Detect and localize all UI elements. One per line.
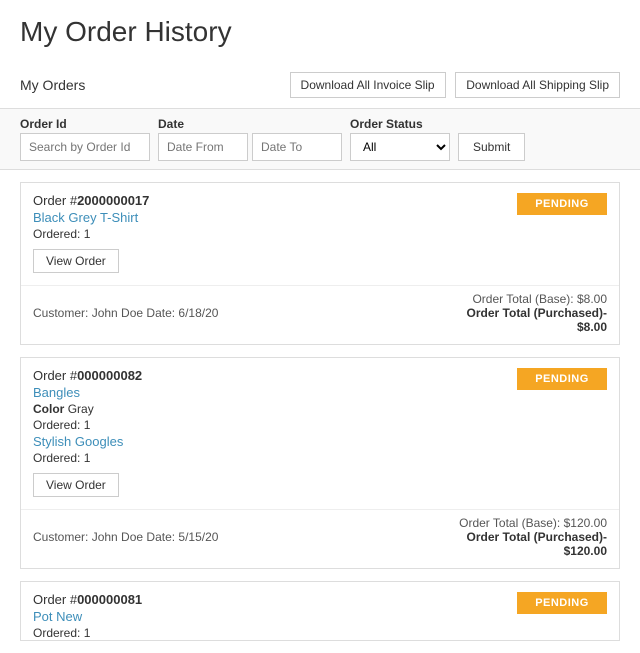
order-info: Order #000000082 Bangles Color Gray Orde… xyxy=(33,368,507,465)
customer-info: Customer: John Doe Date: 5/15/20 xyxy=(33,530,218,544)
view-order-button[interactable]: View Order xyxy=(33,249,119,273)
submit-button[interactable]: Submit xyxy=(458,133,525,161)
order-number: Order #000000082 xyxy=(33,368,507,383)
order-card-header: Order #2000000017 Black Grey T-Shirt Ord… xyxy=(21,183,619,241)
product-link-googles[interactable]: Stylish Googles xyxy=(33,434,507,449)
date-from-input[interactable] xyxy=(158,133,248,161)
date-filter-group: Date xyxy=(158,117,342,161)
order-qty-line-1: Ordered: 1 xyxy=(33,418,507,432)
date-label: Date xyxy=(158,117,342,131)
order-qty-line-2: Ordered: 1 xyxy=(33,451,507,465)
search-input[interactable] xyxy=(20,133,150,161)
total-purchased: Order Total (Purchased)- $120.00 xyxy=(459,530,607,558)
order-card-header: Order #000000081 Pot New Ordered: 1 PEND… xyxy=(21,582,619,640)
status-filter-group: Order Status All Pending Processing Comp… xyxy=(350,117,450,161)
order-card: Order #2000000017 Black Grey T-Shirt Ord… xyxy=(20,182,620,345)
order-qty-line: Ordered: 1 xyxy=(33,227,507,241)
download-invoice-button[interactable]: Download All Invoice Slip xyxy=(290,72,446,98)
section-header: My Orders Download All Invoice Slip Down… xyxy=(0,62,640,108)
order-info: Order #2000000017 Black Grey T-Shirt Ord… xyxy=(33,193,507,241)
page-header: My Order History xyxy=(0,0,640,62)
status-badge: PENDING xyxy=(517,368,607,390)
order-id-filter-group: Order Id xyxy=(20,117,150,161)
order-totals: Order Total (Base): $8.00 Order Total (P… xyxy=(467,292,607,334)
filter-bar: Order Id Date Order Status All Pending P… xyxy=(0,108,640,170)
status-badge: PENDING xyxy=(517,193,607,215)
download-shipping-button[interactable]: Download All Shipping Slip xyxy=(455,72,620,98)
order-qty-line: Ordered: 1 xyxy=(33,626,507,640)
total-base: Order Total (Base): $8.00 xyxy=(467,292,607,306)
product-link-pot[interactable]: Pot New xyxy=(33,609,507,624)
order-color-line: Color Gray xyxy=(33,402,507,416)
page-title: My Order History xyxy=(20,16,620,48)
date-range xyxy=(158,133,342,161)
orders-list: Order #2000000017 Black Grey T-Shirt Ord… xyxy=(0,182,640,641)
view-order-button[interactable]: View Order xyxy=(33,473,119,497)
order-card-actions: View Order xyxy=(21,465,619,505)
order-card-footer: Customer: John Doe Date: 5/15/20 Order T… xyxy=(21,509,619,568)
download-buttons: Download All Invoice Slip Download All S… xyxy=(284,72,620,98)
order-id-label: Order Id xyxy=(20,117,150,131)
date-to-input[interactable] xyxy=(252,133,342,161)
order-info: Order #000000081 Pot New Ordered: 1 xyxy=(33,592,507,640)
status-label: Order Status xyxy=(350,117,450,131)
total-purchased: Order Total (Purchased)- $8.00 xyxy=(467,306,607,334)
customer-info: Customer: John Doe Date: 6/18/20 xyxy=(33,306,218,320)
product-link[interactable]: Black Grey T-Shirt xyxy=(33,210,507,225)
section-title: My Orders xyxy=(20,77,85,93)
status-select[interactable]: All Pending Processing Complete Cancelle… xyxy=(350,133,450,161)
order-number: Order #2000000017 xyxy=(33,193,507,208)
order-card: Order #000000082 Bangles Color Gray Orde… xyxy=(20,357,620,569)
order-totals: Order Total (Base): $120.00 Order Total … xyxy=(459,516,607,558)
order-card-footer: Customer: John Doe Date: 6/18/20 Order T… xyxy=(21,285,619,344)
order-card-header: Order #000000082 Bangles Color Gray Orde… xyxy=(21,358,619,465)
order-card: Order #000000081 Pot New Ordered: 1 PEND… xyxy=(20,581,620,641)
status-badge: PENDING xyxy=(517,592,607,614)
order-card-actions: View Order xyxy=(21,241,619,281)
order-number: Order #000000081 xyxy=(33,592,507,607)
product-link-bangles[interactable]: Bangles xyxy=(33,385,507,400)
